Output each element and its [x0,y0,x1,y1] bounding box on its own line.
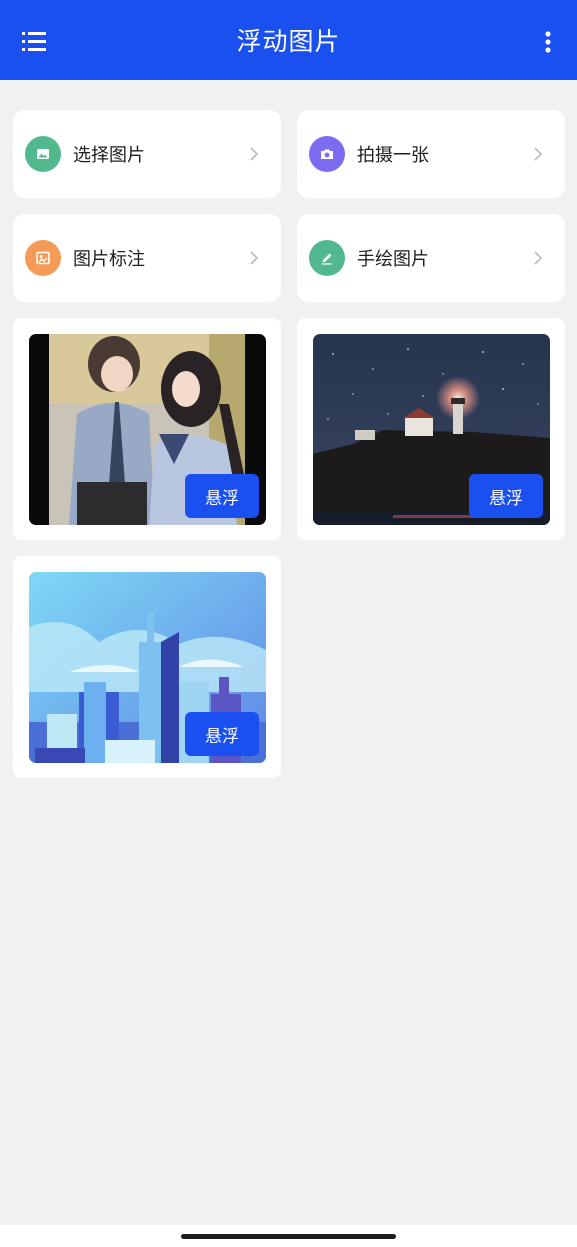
chevron-right-icon [250,147,259,161]
float-button[interactable]: 悬浮 [469,474,543,518]
chevron-right-icon [534,251,543,265]
take-photo-label: 拍摄一张 [357,145,429,166]
camera-icon [309,136,345,172]
pen-icon [309,240,345,276]
take-photo-button[interactable]: 拍摄一张 [297,110,565,198]
hand-draw-label: 手绘图片 [357,249,429,270]
list-menu-icon[interactable] [22,32,48,52]
image-card[interactable]: 悬浮 [13,556,281,778]
vertical-dots-icon[interactable] [543,30,553,54]
home-indicator[interactable] [181,1234,396,1239]
chevron-right-icon [250,251,259,265]
image-icon [25,136,61,172]
page-title: 浮动图片 [236,27,341,56]
hand-draw-button[interactable]: 手绘图片 [297,214,565,302]
annotate-image-icon [25,240,61,276]
float-button[interactable]: 悬浮 [185,474,259,518]
app-header: 浮动图片 [0,0,577,80]
chevron-right-icon [534,147,543,161]
float-button[interactable]: 悬浮 [185,712,259,756]
select-image-button[interactable]: 选择图片 [13,110,281,198]
select-image-label: 选择图片 [73,145,145,166]
annotate-image-button[interactable]: 图片标注 [13,214,281,302]
image-card[interactable]: 悬浮 [297,318,565,540]
annotate-image-label: 图片标注 [73,249,145,270]
image-card[interactable]: 悬浮 [13,318,281,540]
